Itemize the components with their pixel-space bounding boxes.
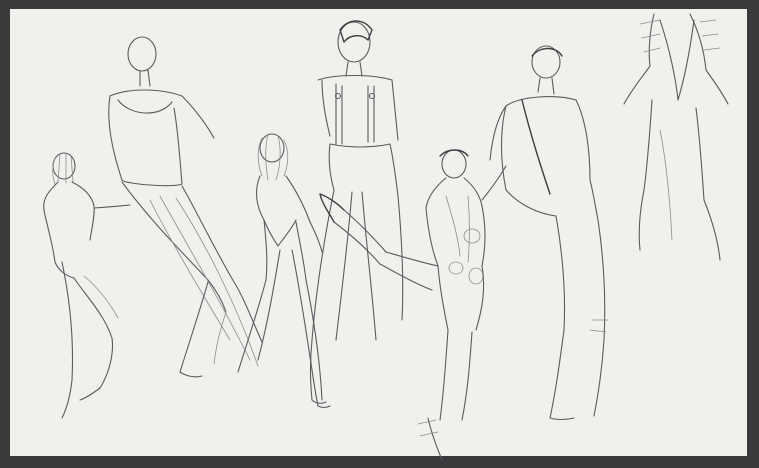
- figure-tall-long-skirt: [108, 36, 263, 378]
- figure-suspenders-trousers: [309, 20, 404, 404]
- figure-kicking-leg: [319, 149, 507, 461]
- figure-back-left-crouching: [43, 152, 131, 419]
- sketch-drawing: [43, 13, 729, 461]
- image-frame: [0, 0, 759, 468]
- figure-one-shoulder-leotard: [489, 45, 609, 421]
- figure-curly-hair-leotard: [237, 133, 331, 409]
- figure-top-right-partial: [623, 13, 729, 261]
